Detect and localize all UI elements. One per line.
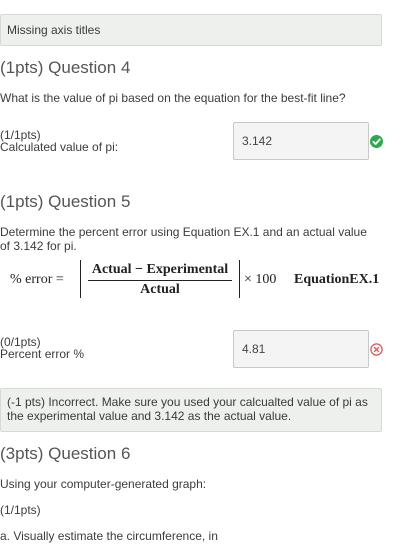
- pi-value-input[interactable]: 3.142: [233, 122, 369, 160]
- question-6-text: Using your computer-generated graph:: [0, 477, 207, 491]
- equation-denominator: Actual: [140, 282, 180, 297]
- top-feedback-box: Missing axis titles: [0, 14, 382, 46]
- question-4-title: (1pts) Question 4: [0, 58, 131, 77]
- question-6-points: (1/1pts): [0, 503, 41, 517]
- question-5-answer-label: Percent error %: [0, 347, 85, 361]
- check-circle-icon: [370, 135, 383, 148]
- equation-numerator: Actual − Experimental: [91, 262, 229, 277]
- error-circle-icon: [370, 343, 383, 356]
- fraction-bar: [88, 280, 232, 281]
- question-6-partial-text: a. Visually estimate the circumference, …: [0, 529, 218, 543]
- question-5-feedback-box: (-1 pts) Incorrect. Make sure you used y…: [0, 388, 382, 432]
- equation-rhs: × 100: [244, 272, 277, 287]
- question-5-title: (1pts) Question 5: [0, 192, 131, 211]
- equation-fraction: Actual − Experimental Actual: [80, 260, 240, 300]
- percent-error-equation: % error = Actual − Experimental Actual ×…: [10, 260, 390, 300]
- question-5-text: Determine the percent error using Equati…: [0, 225, 367, 253]
- question-6-title: (3pts) Question 6: [0, 444, 131, 463]
- equation-name: EquationEX.1: [294, 272, 380, 287]
- question-4-text: What is the value of pi based on the equ…: [0, 91, 346, 105]
- question-4-answer-label: Calculated value of pi:: [0, 140, 119, 154]
- question-5-feedback-text: (-1 pts) Incorrect. Make sure you used y…: [7, 395, 368, 423]
- abs-bar-right: [239, 260, 240, 298]
- equation-lhs: % error =: [10, 272, 64, 287]
- top-feedback-text: Missing axis titles: [7, 23, 101, 37]
- percent-error-input[interactable]: 4.81: [233, 330, 369, 368]
